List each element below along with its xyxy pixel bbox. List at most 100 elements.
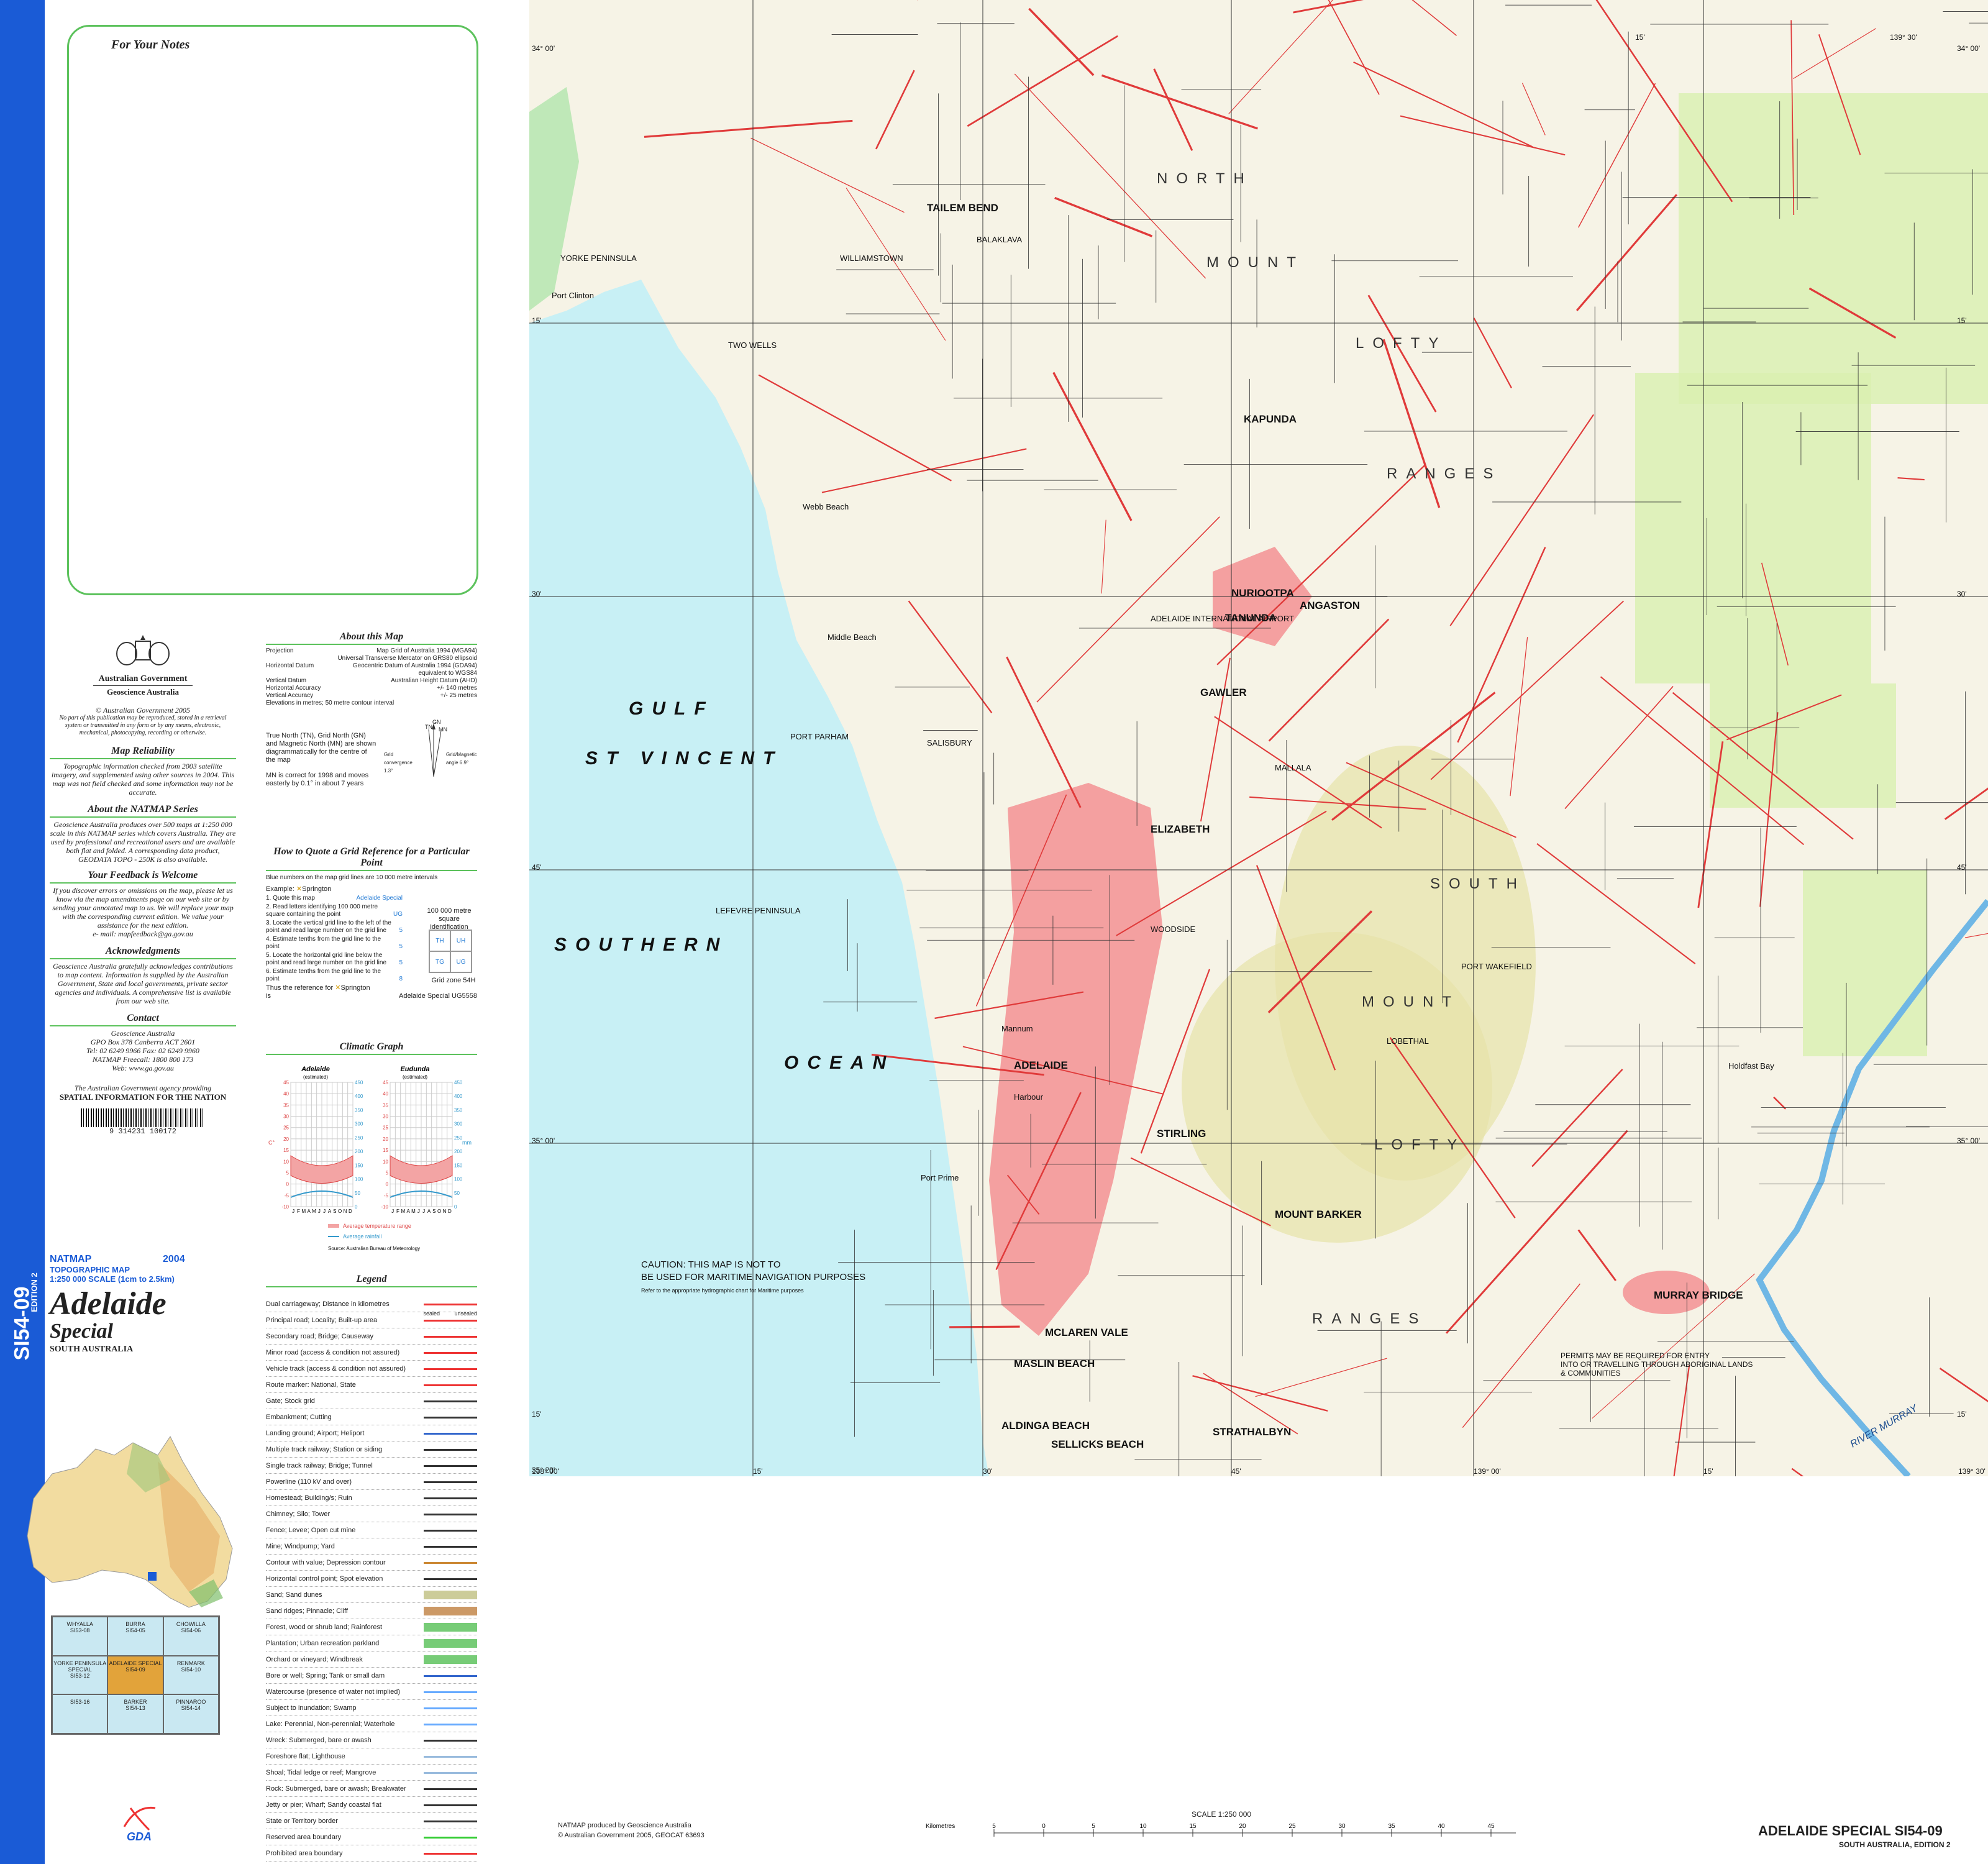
- road: [750, 137, 905, 213]
- temp-tick: 40: [383, 1091, 388, 1097]
- legend-item: Embankment; Cutting: [266, 1409, 477, 1425]
- legend-item-label: Wreck: Submerged, bare or awash: [266, 1737, 372, 1744]
- vegetation-area: [1803, 870, 1927, 1056]
- agency-line: The Australian Government agency providi…: [75, 1084, 211, 1092]
- copyright-text: No part of this publication may be repro…: [59, 715, 227, 736]
- quote-step-text: 1. Quote this map: [266, 895, 315, 902]
- temp-tick: 5: [286, 1170, 290, 1176]
- rain-tick: 400: [355, 1094, 363, 1099]
- natmap-series-title: About the NATMAP Series: [88, 804, 198, 815]
- rain-tick: 200: [355, 1149, 363, 1154]
- footer-produced: NATMAP produced by Geoscience Australia: [558, 1822, 691, 1829]
- footer-copy: © Australian Government 2005, GEOCAT 636…: [558, 1832, 704, 1839]
- month-label: N: [344, 1208, 347, 1214]
- index-sheet-name: ADELAIDE SPECIAL: [109, 1660, 162, 1666]
- scale-tick-label: 5: [1092, 1823, 1095, 1830]
- month-label: S: [333, 1208, 336, 1214]
- ack-title: Acknowledgments: [105, 946, 180, 956]
- legend-item: Wreck: Submerged, bare or awash: [266, 1732, 477, 1748]
- road: [1793, 28, 1876, 80]
- month-label: J: [323, 1208, 326, 1214]
- legend-temp-swatch: [328, 1224, 339, 1228]
- legend-item-label: Orchard or vineyard; Windbreak: [266, 1656, 363, 1663]
- month-label: D: [448, 1208, 452, 1214]
- legend-item-label: Vehicle track (access & condition not as…: [266, 1365, 406, 1373]
- place-label: MOUNT BARKER: [1275, 1208, 1362, 1220]
- australia-locator-map: [27, 1436, 233, 1608]
- road: [1521, 83, 1546, 135]
- legend-item-label: Horizontal control point; Spot elevation: [266, 1575, 383, 1583]
- road: [1449, 414, 1594, 626]
- road: [1944, 787, 1988, 820]
- month-label: J: [391, 1208, 394, 1214]
- legend-item: Secondary road; Bridge; Causeway: [266, 1328, 477, 1345]
- place-label: ALDINGA BEACH: [1001, 1420, 1090, 1432]
- latitude-label-right: 15': [1957, 1410, 1967, 1419]
- about-row: Horizontal Datum Geocentric Datum of Aust…: [266, 662, 477, 670]
- month-label: A: [427, 1208, 431, 1214]
- road: [1575, 194, 1678, 311]
- about-key: Horizontal Datum: [266, 662, 314, 669]
- square-title: 100 000 metre square identification: [427, 907, 472, 931]
- road: [1510, 637, 1528, 797]
- about-key: Elevations in metres; 50 metre contour i…: [266, 700, 394, 706]
- feedback-email[interactable]: e- mail: mapfeedback@ga.gov.au: [50, 930, 236, 938]
- legend-item: Watercourse (presence of water not impli…: [266, 1684, 477, 1700]
- road: [1328, 0, 1380, 95]
- legend-symbol: [424, 1768, 477, 1777]
- index-sheet-name: WHYALLA: [66, 1621, 93, 1627]
- barcode: [81, 1108, 205, 1127]
- legend-symbol: [424, 1833, 477, 1842]
- longitude-label: 30': [983, 1467, 993, 1476]
- map-canvas[interactable]: ADELAIDE GAWLER ELIZABETH NURIOOTPA ANGASTON…: [529, 0, 1988, 1476]
- place-label: Holdfast Bay: [1728, 1061, 1774, 1071]
- longitude-label-top: 15': [1635, 33, 1645, 42]
- legend-symbol: [424, 1817, 477, 1825]
- square-cell: UH: [450, 930, 472, 951]
- road: [908, 600, 993, 713]
- place-label: SALISBURY: [927, 738, 972, 747]
- legend-item: Shoal; Tidal ledge or reef; Mangrove: [266, 1765, 477, 1781]
- topographic-map[interactable]: ADELAIDE GAWLER ELIZABETH NURIOOTPA ANGASTON…: [529, 0, 1988, 1476]
- legend-item-label: Plantation; Urban recreation parkland: [266, 1640, 380, 1647]
- legend-temp: Average temperature range: [343, 1223, 411, 1229]
- legend-item-label: Rock: Submerged, bare or awash; Breakwat…: [266, 1785, 406, 1793]
- about-key: Horizontal Accuracy: [266, 685, 321, 692]
- gov-agency: Geoscience Australia: [93, 685, 193, 697]
- about-value: Australian Height Datum (AHD): [391, 677, 477, 684]
- legend-item: Rock: Submerged, bare or awash; Breakwat…: [266, 1781, 477, 1797]
- road: [1473, 318, 1512, 388]
- copyright: © Australian Government 2005: [96, 706, 190, 715]
- rain-tick: 50: [454, 1190, 460, 1196]
- month-label: S: [432, 1208, 435, 1214]
- month-label: D: [349, 1208, 352, 1214]
- place-label: ADELAIDE INTERNATIONAL AIRPORT: [1151, 614, 1294, 623]
- place-label: SELLICKS BEACH: [1051, 1438, 1144, 1450]
- legend-item-label: Landing ground; Airport; Heliport: [266, 1430, 365, 1437]
- quote-step-value: 5: [399, 959, 403, 966]
- temp-tick: 25: [383, 1125, 388, 1131]
- index-cell: RENMARK SI54-10: [163, 1655, 219, 1695]
- latitude-label-right: 45': [1957, 863, 1967, 872]
- contact-line[interactable]: Web: www.ga.gov.au: [50, 1064, 236, 1072]
- scale-tick-label: 30: [1338, 1823, 1346, 1830]
- about-value: Universal Transverse Mercator on GRS80 e…: [337, 655, 477, 662]
- road: [1773, 1096, 1787, 1110]
- caution-line: BE USED FOR MARITIME NAVIGATION PURPOSES: [641, 1272, 865, 1282]
- rain-tick: 50: [355, 1190, 360, 1196]
- ack-text: Geoscience Australia gratefully acknowle…: [53, 962, 233, 1005]
- map-state: SOUTH AUSTRALIA: [50, 1345, 134, 1354]
- road: [1200, 657, 1231, 822]
- legend-symbol: [424, 1849, 477, 1858]
- legend-item: Subject to inundation; Swamp: [266, 1700, 477, 1716]
- climate-source: Source: Australian Bureau of Meteorology: [328, 1246, 420, 1251]
- month-label: F: [297, 1208, 300, 1214]
- temp-tick: 10: [383, 1159, 388, 1164]
- legend-symbol: [424, 1720, 477, 1729]
- month-label: A: [406, 1208, 410, 1214]
- about-value: Map Grid of Australia 1994 (MGA94): [376, 647, 477, 654]
- longitude-label-top: 139° 30': [1890, 33, 1917, 42]
- rain-tick: 100: [355, 1177, 363, 1182]
- place-label: GAWLER: [1200, 687, 1247, 698]
- rain-tick: 350: [355, 1107, 363, 1113]
